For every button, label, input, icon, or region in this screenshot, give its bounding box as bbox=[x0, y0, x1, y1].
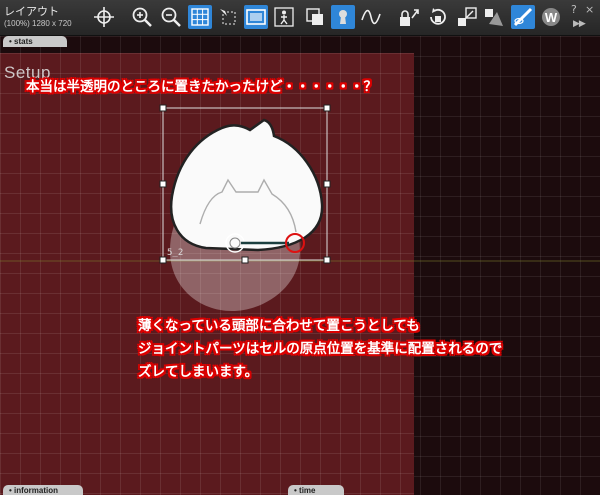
lock-arrow-icon[interactable] bbox=[397, 5, 421, 29]
grid-icon[interactable] bbox=[188, 5, 212, 29]
zoom-out-icon[interactable] bbox=[159, 5, 183, 29]
keyhole-icon[interactable] bbox=[331, 5, 355, 29]
svg-text:W: W bbox=[545, 10, 558, 25]
annotation-top: 本当は半透明のところに置きたかったけど・・・・・・？ bbox=[26, 79, 377, 95]
layer-stack-icon[interactable] bbox=[303, 5, 327, 29]
handle-ml[interactable] bbox=[159, 180, 167, 188]
handle-tl[interactable] bbox=[159, 104, 167, 112]
handle-tr[interactable] bbox=[323, 104, 331, 112]
skew-icon[interactable] bbox=[482, 5, 506, 29]
solid-head bbox=[169, 118, 324, 252]
help-button[interactable]: ? bbox=[571, 3, 577, 16]
annotation-bottom: 薄くなっている頭部に合わせて置こうとしても ジョイントパーツはセルの原点位置を基… bbox=[138, 315, 502, 384]
scene-canvas: 5_2 bbox=[0, 104, 600, 311]
rotate-lock-icon[interactable] bbox=[426, 5, 450, 29]
crosshair-icon[interactable] bbox=[92, 5, 116, 29]
select-region-icon[interactable] bbox=[216, 5, 240, 29]
bone-label: 5_2 bbox=[167, 248, 183, 258]
close-button[interactable]: × bbox=[585, 3, 594, 16]
person-icon[interactable] bbox=[272, 5, 296, 29]
handle-bl[interactable] bbox=[159, 256, 167, 264]
expand-button[interactable]: ▶▶ bbox=[573, 19, 586, 29]
zoom-in-icon[interactable] bbox=[130, 5, 154, 29]
handle-bm[interactable] bbox=[241, 256, 249, 264]
annotation-line-2: ジョイントパーツはセルの原点位置を基準に配置されるので bbox=[138, 341, 503, 357]
window-title: レイアウト bbox=[4, 5, 59, 18]
toolbar: レイアウト (100%) 1280 x 720 W ? × ▶▶ bbox=[0, 0, 600, 36]
handle-mr[interactable] bbox=[323, 180, 331, 188]
curve-icon[interactable] bbox=[359, 5, 383, 29]
scale-lock-icon[interactable] bbox=[455, 5, 479, 29]
annotation-line-1: 薄くなっている頭部に合わせて置こうとしても bbox=[138, 318, 420, 334]
canvas-size: (100%) 1280 x 720 bbox=[4, 19, 72, 28]
weight-icon[interactable]: W bbox=[539, 5, 563, 29]
layout-viewport[interactable]: Setup • stats • information • time 5_2 本… bbox=[0, 36, 600, 495]
handle-br[interactable] bbox=[323, 256, 331, 264]
eye-knife-icon[interactable] bbox=[511, 5, 535, 29]
frame-icon[interactable] bbox=[244, 5, 268, 29]
annotation-line-3: ズレてしまいます。 bbox=[138, 364, 259, 380]
